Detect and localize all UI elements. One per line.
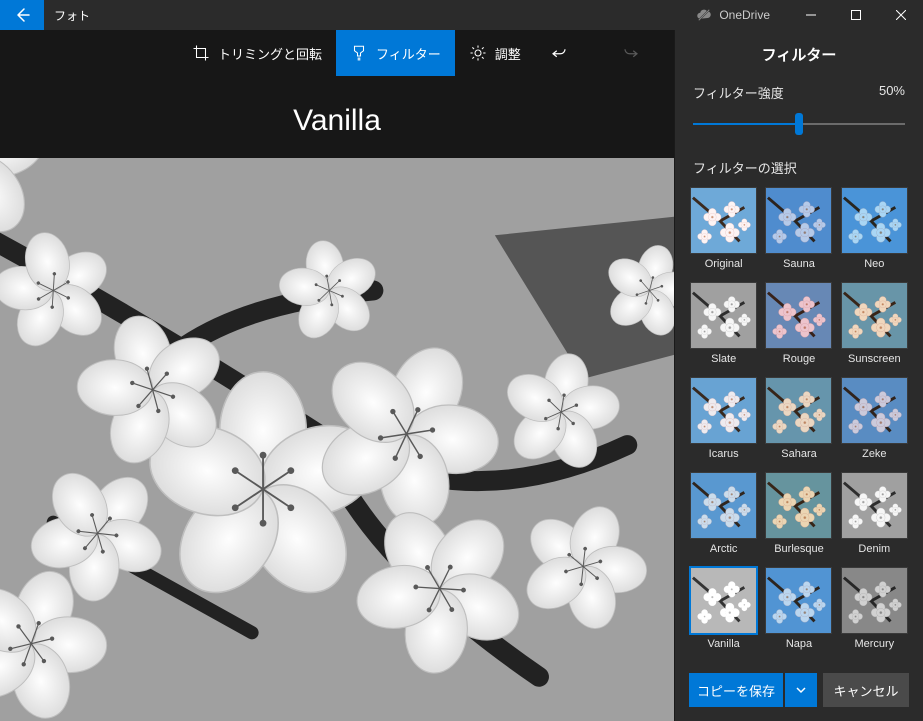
tab-filter-label: フィルター [376, 44, 441, 63]
panel-title: フィルター [675, 30, 923, 83]
filter-grid: Original Sauna Neo Slate Rouge Sunscreen Icaru… [675, 187, 923, 656]
back-button[interactable] [0, 0, 44, 30]
filter-option-neo[interactable]: Neo [840, 187, 909, 276]
filter-option-vanilla[interactable]: Vanilla [689, 567, 758, 656]
tab-adjust-label: 調整 [495, 44, 521, 63]
filter-option-sauna[interactable]: Sauna [764, 187, 833, 276]
filter-option-mercury[interactable]: Mercury [840, 567, 909, 656]
filter-option-rouge[interactable]: Rouge [764, 282, 833, 371]
app-title: フォト [44, 0, 100, 30]
filter-option-label: Napa [786, 638, 812, 650]
filter-option-arctic[interactable]: Arctic [689, 472, 758, 561]
filter-thumbnail [765, 282, 832, 349]
onedrive-status[interactable]: OneDrive [695, 0, 788, 30]
filter-thumbnail [765, 377, 832, 444]
filter-option-label: Burlesque [774, 543, 824, 555]
cancel-button[interactable]: キャンセル [823, 673, 909, 707]
filter-option-label: Vanilla [708, 638, 740, 650]
filter-option-label: Arctic [710, 543, 738, 555]
filter-strength-label: フィルター強度 [693, 83, 784, 102]
undo-button[interactable] [544, 30, 574, 76]
filter-select-label: フィルターの選択 [675, 158, 923, 187]
filter-option-label: Denim [858, 543, 890, 555]
filter-option-label: Sahara [781, 448, 816, 460]
filter-option-napa[interactable]: Napa [764, 567, 833, 656]
adjust-icon [469, 44, 487, 62]
titlebar: フォト OneDrive [0, 0, 923, 30]
undo-icon [550, 44, 568, 62]
editor-area: トリミングと回転 フィルター 調整 Vanilla [0, 30, 674, 721]
applied-filter-name: Vanilla [0, 76, 674, 158]
filter-thumbnail [690, 187, 757, 254]
filter-option-label: Neo [864, 258, 884, 270]
slider-fill [693, 123, 799, 125]
filter-thumbnail [690, 377, 757, 444]
filter-thumbnail [841, 282, 908, 349]
filter-option-label: Mercury [854, 638, 894, 650]
filter-thumbnail [841, 187, 908, 254]
redo-icon [622, 44, 640, 62]
onedrive-label: OneDrive [719, 8, 770, 22]
save-copy-button[interactable]: コピーを保存 [689, 673, 783, 707]
filter-option-label: Sauna [783, 258, 815, 270]
filter-option-label: Icarus [709, 448, 739, 460]
filter-option-burlesque[interactable]: Burlesque [764, 472, 833, 561]
filter-thumbnail [841, 567, 908, 634]
crop-icon [192, 44, 210, 62]
filter-thumbnail [690, 567, 757, 634]
filter-option-sunscreen[interactable]: Sunscreen [840, 282, 909, 371]
save-copy-dropdown-button[interactable] [785, 673, 817, 707]
back-arrow-icon [14, 7, 30, 23]
filter-option-denim[interactable]: Denim [840, 472, 909, 561]
window-minimize-button[interactable] [788, 0, 833, 30]
edit-toolbar: トリミングと回転 フィルター 調整 [0, 30, 674, 76]
filter-option-icarus[interactable]: Icarus [689, 377, 758, 466]
filter-strength-slider[interactable] [693, 112, 905, 136]
filter-option-label: Sunscreen [848, 353, 901, 365]
window-close-button[interactable] [878, 0, 923, 30]
cloud-icon [695, 6, 713, 24]
filter-thumbnail [690, 472, 757, 539]
chevron-down-icon [795, 684, 807, 696]
filter-option-label: Slate [711, 353, 736, 365]
filter-strength-value: 50% [879, 83, 905, 102]
filter-option-label: Original [705, 258, 743, 270]
filter-panel: フィルター フィルター強度 50% フィルターの選択 Original Sauna… [674, 30, 923, 721]
redo-button[interactable] [616, 30, 646, 76]
filter-thumbnail [765, 567, 832, 634]
save-copy-split-button: コピーを保存 [689, 673, 817, 707]
tab-crop-rotate-label: トリミングと回転 [218, 44, 322, 63]
filter-option-label: Zeke [862, 448, 886, 460]
filter-option-slate[interactable]: Slate [689, 282, 758, 371]
filter-option-label: Rouge [783, 353, 815, 365]
filter-option-original[interactable]: Original [689, 187, 758, 276]
tab-crop-rotate[interactable]: トリミングと回転 [178, 30, 336, 76]
filter-thumbnail [765, 472, 832, 539]
image-canvas[interactable] [0, 158, 674, 721]
filter-thumbnail [841, 472, 908, 539]
filter-brush-icon [350, 44, 368, 62]
filter-thumbnail [765, 187, 832, 254]
filter-option-zeke[interactable]: Zeke [840, 377, 909, 466]
tab-adjust[interactable]: 調整 [455, 30, 535, 76]
filter-option-sahara[interactable]: Sahara [764, 377, 833, 466]
filter-thumbnail [690, 282, 757, 349]
slider-thumb[interactable] [795, 113, 803, 135]
tab-filter[interactable]: フィルター [336, 30, 455, 76]
window-maximize-button[interactable] [833, 0, 878, 30]
filter-thumbnail [841, 377, 908, 444]
